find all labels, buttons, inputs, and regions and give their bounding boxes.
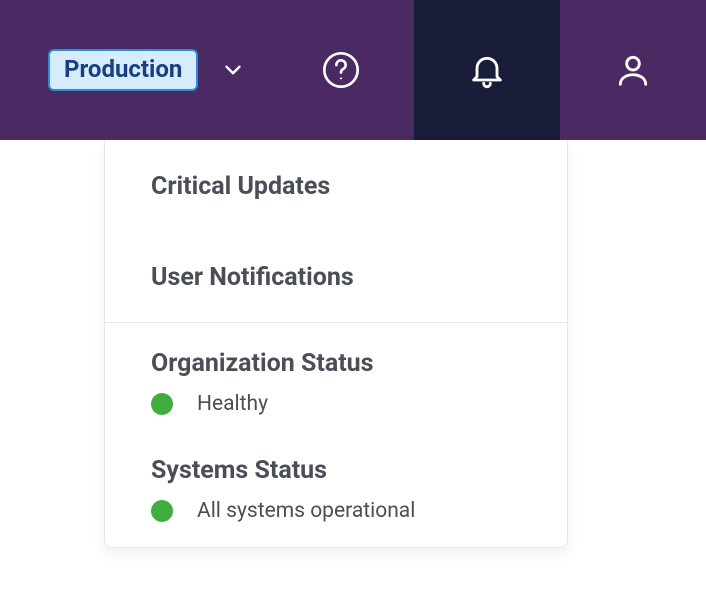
systems-status-row: All systems operational bbox=[151, 499, 521, 523]
organization-status-title: Organization Status bbox=[151, 349, 521, 378]
environment-badge: Production bbox=[48, 49, 198, 92]
user-notifications-section[interactable]: User Notifications bbox=[105, 231, 567, 322]
notifications-button[interactable] bbox=[414, 0, 560, 140]
account-button[interactable] bbox=[560, 0, 706, 140]
critical-updates-title: Critical Updates bbox=[151, 172, 521, 201]
organization-status-text: Healthy bbox=[197, 392, 268, 416]
notifications-dropdown: Critical Updates User Notifications Orga… bbox=[104, 140, 568, 548]
help-icon bbox=[321, 50, 361, 90]
environment-selector[interactable]: Production bbox=[0, 49, 268, 92]
bell-icon bbox=[467, 50, 507, 90]
help-button[interactable] bbox=[268, 0, 414, 140]
systems-status-section: Systems Status All systems operational bbox=[105, 426, 567, 523]
user-notifications-title: User Notifications bbox=[151, 263, 521, 292]
organization-status-row: Healthy bbox=[151, 392, 521, 416]
status-dot-icon bbox=[151, 500, 173, 522]
systems-status-title: Systems Status bbox=[151, 456, 521, 485]
user-icon bbox=[614, 51, 652, 89]
chevron-down-icon bbox=[220, 57, 246, 83]
critical-updates-section[interactable]: Critical Updates bbox=[105, 140, 567, 231]
app-header: Production bbox=[0, 0, 706, 140]
status-dot-icon bbox=[151, 393, 173, 415]
systems-status-text: All systems operational bbox=[197, 499, 415, 523]
organization-status-section: Organization Status Healthy bbox=[105, 322, 567, 426]
